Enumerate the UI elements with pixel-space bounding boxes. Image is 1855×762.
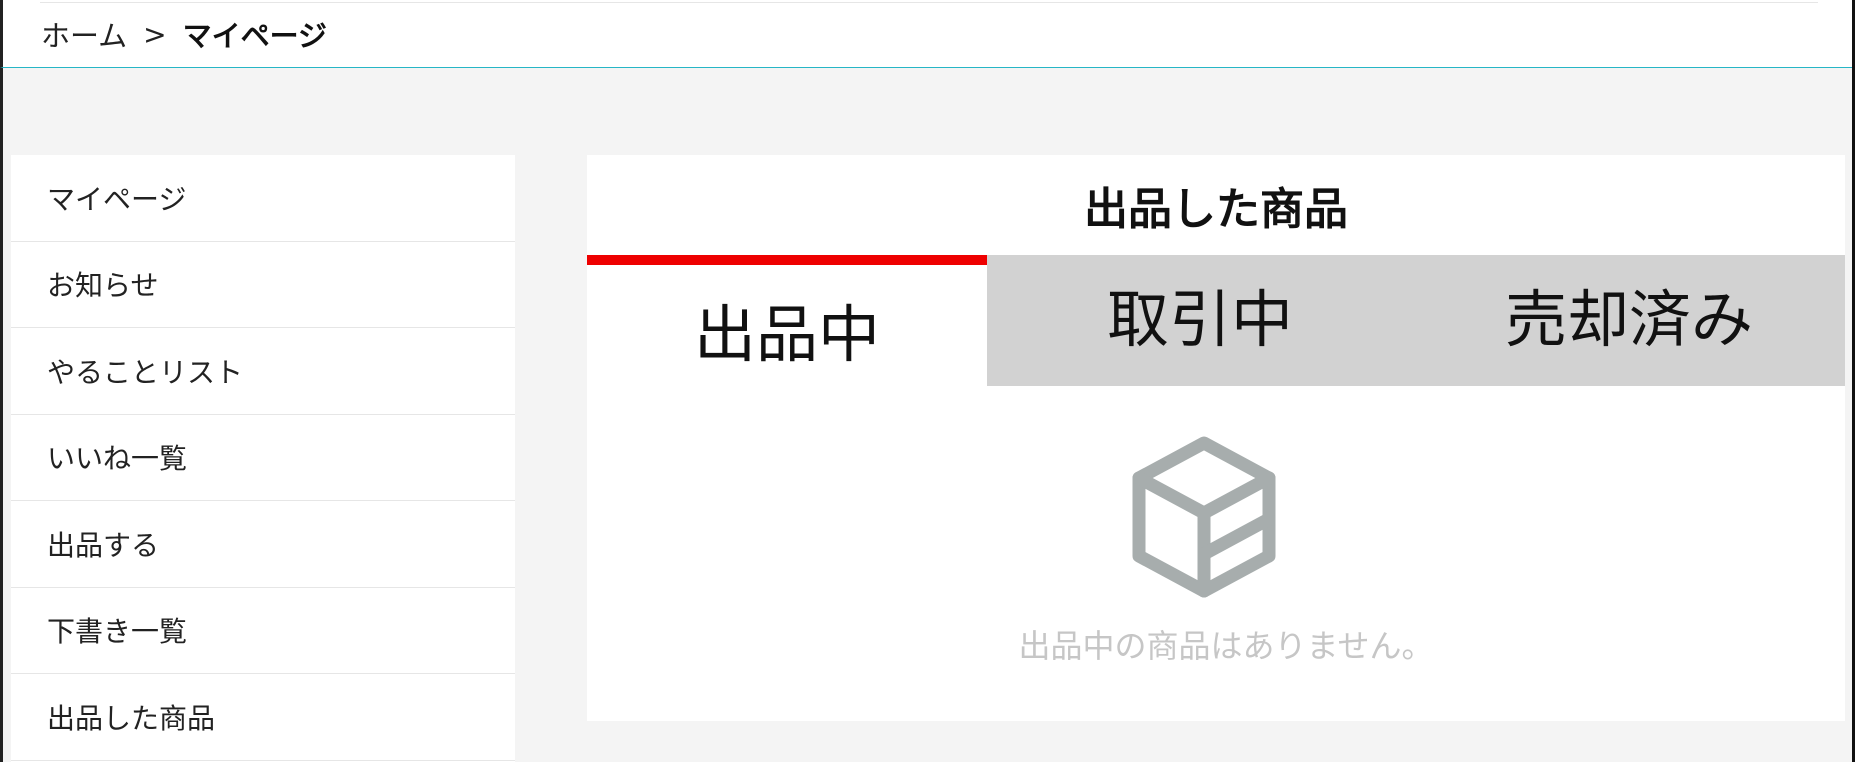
- sidebar-item-drafts[interactable]: 下書き一覧: [11, 588, 515, 674]
- box-icon: [1131, 435, 1277, 603]
- sidebar-item-likes[interactable]: いいね一覧: [11, 415, 515, 501]
- breadcrumb-home-link[interactable]: ホーム: [41, 13, 127, 55]
- tab-sold[interactable]: 売却済み: [1413, 255, 1845, 386]
- tab-in-transaction[interactable]: 取引中: [987, 255, 1413, 386]
- page-title: 出品した商品: [1084, 184, 1348, 235]
- breadcrumb-separator: >: [143, 17, 167, 51]
- empty-message: 出品中の商品はありません。: [1018, 627, 1434, 665]
- sidebar-item-listed-items[interactable]: 出品した商品: [11, 674, 515, 761]
- empty-state: 出品中の商品はありません。: [587, 435, 1845, 695]
- header-divider: [40, 2, 1818, 3]
- listed-items-panel: 出品した商品 出品中 取引中 売却済み 出品中の商品はありません。: [587, 155, 1845, 721]
- status-tabs: 出品中 取引中 売却済み: [587, 255, 1845, 386]
- sidebar-item-notifications[interactable]: お知らせ: [11, 242, 515, 328]
- page: ホーム > マイページ マイページ お知らせ やることリスト いいね一覧 出品す…: [0, 0, 1855, 762]
- sidebar-item-mypage[interactable]: マイページ: [11, 155, 515, 242]
- sidebar-item-todo-list[interactable]: やることリスト: [11, 328, 515, 415]
- tab-on-sale[interactable]: 出品中: [587, 255, 987, 386]
- sidebar-item-sell[interactable]: 出品する: [11, 501, 515, 588]
- window-left-edge: [0, 68, 3, 762]
- sidebar-menu: マイページ お知らせ やることリスト いいね一覧 出品する 下書き一覧 出品した…: [11, 155, 515, 762]
- header: ホーム > マイページ: [0, 0, 1855, 68]
- breadcrumb: ホーム > マイページ: [41, 14, 327, 54]
- breadcrumb-current: マイページ: [182, 19, 328, 53]
